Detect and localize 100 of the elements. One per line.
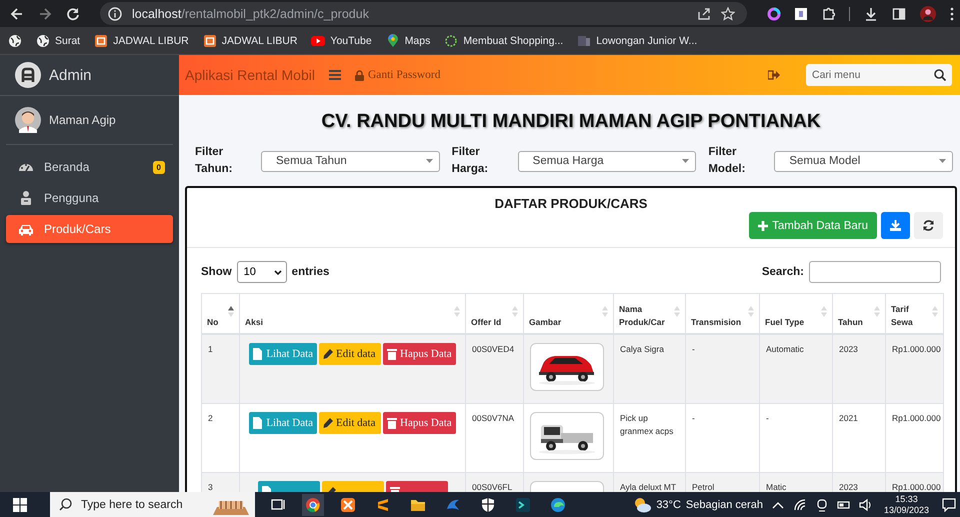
- menu-icon[interactable]: [328, 70, 341, 80]
- map-pin-icon[interactable]: [386, 34, 400, 48]
- ring-icon[interactable]: [444, 34, 458, 48]
- logo-icon: [15, 62, 41, 88]
- entries-label: entries: [292, 266, 330, 278]
- clock-time[interactable]: 15:33: [895, 494, 918, 504]
- info-icon: [108, 6, 122, 20]
- bookmark[interactable]: JADWAL LIBUR: [202, 34, 298, 48]
- reload-icon[interactable]: [66, 6, 80, 20]
- video-icon[interactable]: [311, 34, 326, 48]
- star-icon[interactable]: [721, 6, 735, 20]
- chrome-icon[interactable]: [305, 496, 321, 512]
- sort-icon: [512, 306, 518, 316]
- clock-date[interactable]: 13/09/2023: [884, 504, 929, 516]
- brand-name: Admin: [49, 66, 92, 84]
- search-icon[interactable]: [934, 69, 946, 81]
- user-name[interactable]: Maman Agip: [49, 113, 116, 127]
- refresh-button[interactable]: [914, 212, 943, 239]
- delete-button[interactable]: Hapus Data: [383, 412, 456, 434]
- search-field[interactable]: Cari menu: [806, 64, 952, 86]
- nav-item[interactable]: Beranda 0: [6, 153, 173, 181]
- url-text: localhost/rentalmobil_ptk2/admin/c_produk: [132, 6, 369, 20]
- sort-icon: [602, 306, 608, 316]
- bookmark[interactable]: JADWAL LIBUR: [94, 34, 189, 48]
- address-field[interactable]: localhost/rentalmobil_ptk2/admin/c_produk: [100, 2, 747, 25]
- edit-button[interactable]: Edit data: [319, 412, 382, 434]
- sort-icon: [748, 306, 754, 316]
- forward-icon[interactable]: [38, 6, 52, 20]
- search-label: Search:: [762, 266, 804, 278]
- weather-widget[interactable]: 33°C Sebagian cerah: [633, 496, 763, 512]
- calendar-icon[interactable]: [202, 34, 217, 48]
- taskbar-search-field[interactable]: Type here to search: [50, 492, 255, 517]
- bookmark[interactable]: Maps: [386, 34, 430, 48]
- color-ring-icon[interactable]: [767, 6, 781, 20]
- wifi-icon[interactable]: [792, 498, 807, 512]
- camera-icon[interactable]: [814, 498, 829, 512]
- filter-label: Filter Model:: [708, 145, 746, 177]
- task-view-icon[interactable]: [270, 496, 286, 512]
- delete-button[interactable]: Hapus Data: [383, 342, 456, 364]
- sort-icon: [228, 306, 234, 316]
- lock-icon: [354, 70, 364, 80]
- notification-icon[interactable]: [942, 498, 956, 512]
- edit-button[interactable]: Edit data: [319, 342, 382, 364]
- table-cell: Rp1.000.000: [886, 403, 944, 472]
- sort-icon: [874, 306, 880, 316]
- file-icon: [253, 348, 264, 360]
- table-cell: -: [760, 403, 832, 472]
- column-header[interactable]: No: [202, 294, 240, 334]
- speaker-icon[interactable]: [858, 498, 873, 512]
- nav-item[interactable]: Pengguna: [6, 184, 173, 212]
- dropdown-caret-icon: [426, 159, 433, 163]
- download-button[interactable]: [881, 212, 910, 239]
- side-panel-icon[interactable]: [892, 6, 906, 20]
- bookmark-globe-icon[interactable]: [8, 34, 22, 48]
- dropdown-caret-icon: [939, 159, 946, 163]
- chevron-icon: [274, 270, 282, 274]
- extension-b-icon[interactable]: [795, 8, 807, 20]
- profile-avatar-icon[interactable]: [920, 6, 936, 22]
- bookmark[interactable]: Surat: [36, 34, 80, 48]
- windows-start-icon[interactable]: [13, 498, 27, 512]
- user-avatar-icon: [15, 107, 41, 133]
- bookmark[interactable]: YouTube: [311, 34, 372, 48]
- logout-icon[interactable]: [768, 70, 780, 80]
- filter-dropdown[interactable]: Semua Model: [774, 150, 954, 172]
- shield-icon[interactable]: [480, 496, 496, 512]
- xampp-icon[interactable]: [340, 496, 356, 512]
- globe-icon[interactable]: [36, 34, 50, 48]
- table-cell: Rp1.000.000: [886, 334, 944, 403]
- table-cell: Pick up granmex acps: [614, 403, 686, 472]
- back-icon[interactable]: [10, 6, 24, 20]
- filter-label: Filter Tahun:: [195, 145, 234, 177]
- sublime-icon[interactable]: [375, 496, 391, 512]
- table-cell: Calya Sigra: [614, 334, 686, 403]
- filter-dropdown[interactable]: Semua Harga: [518, 150, 696, 172]
- user-tie-icon: [18, 190, 34, 206]
- bookmark[interactable]: Membuat Shopping...: [444, 34, 564, 48]
- refresh-icon: [923, 220, 934, 231]
- share-icon[interactable]: [697, 6, 711, 20]
- page-icon[interactable]: [577, 34, 592, 48]
- sort-icon: [674, 306, 680, 316]
- entries-dropdown[interactable]: 10: [236, 261, 287, 283]
- sort-icon: [454, 306, 460, 316]
- download-icon: [890, 220, 901, 231]
- table-cell: 00S0VED4: [466, 334, 524, 403]
- table-cell: 00S0V7NA: [466, 403, 524, 472]
- edge-icon[interactable]: [550, 496, 566, 512]
- puzzle-icon[interactable]: [821, 6, 835, 20]
- filter-label: Filter Harga:: [452, 145, 490, 177]
- download-icon[interactable]: [864, 6, 878, 20]
- filter-dropdown[interactable]: Semua Tahun: [261, 150, 440, 172]
- table-cell: 2023: [832, 334, 886, 403]
- sort-icon: [932, 306, 938, 316]
- sort-icon: [821, 306, 827, 316]
- calendar-icon[interactable]: [94, 34, 108, 48]
- terminal-app-icon[interactable]: [515, 496, 531, 512]
- bookmark[interactable]: Lowongan Junior W...: [577, 34, 698, 48]
- more-icon[interactable]: [950, 6, 954, 20]
- table-cell: Automatic: [760, 334, 832, 403]
- file-icon: [253, 416, 264, 428]
- table-search-field[interactable]: [809, 261, 941, 283]
